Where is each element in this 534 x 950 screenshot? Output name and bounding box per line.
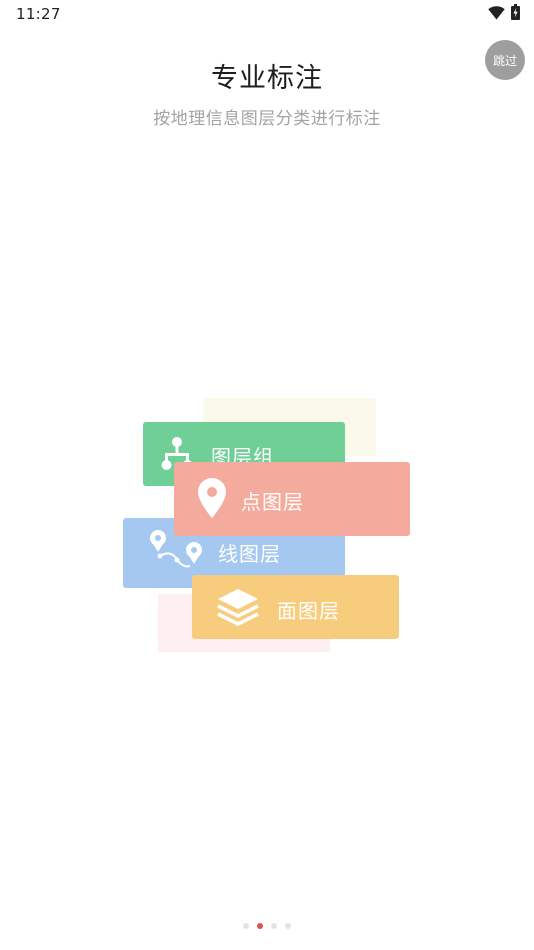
page-title: 专业标注 — [211, 63, 323, 94]
decorative-shadow-card — [203, 398, 376, 456]
wifi-icon — [488, 5, 505, 24]
layer-group-label: 图层组 — [211, 445, 274, 469]
map-pin-icon — [198, 478, 226, 523]
layers-icon — [216, 587, 260, 632]
line-layer-label: 线图层 — [218, 542, 281, 566]
point-layer-card: 点图层 — [174, 462, 410, 536]
area-layer-card: 面图层 — [192, 575, 399, 639]
status-bar: 11:27 — [0, 0, 534, 28]
line-layer-card: 线图层 — [123, 518, 345, 588]
area-layer-label: 面图层 — [277, 599, 340, 623]
page-subtitle: 按地理信息图层分类进行标注 — [153, 109, 381, 129]
battery-charging-icon — [511, 4, 520, 24]
page-dot[interactable] — [243, 923, 249, 929]
route-icon — [148, 528, 204, 581]
decorative-shadow-card — [158, 594, 330, 652]
status-icons — [488, 4, 520, 24]
page-dot[interactable] — [271, 923, 277, 929]
layer-group-card: 图层组 — [143, 422, 345, 486]
point-layer-label: 点图层 — [241, 490, 304, 514]
hierarchy-icon — [160, 436, 194, 477]
layers-illustration: 图层组 线图层 面图层 点图层 — [0, 0, 534, 950]
status-time: 11:27 — [16, 5, 61, 23]
page-dot[interactable] — [285, 923, 291, 929]
page-dot-active[interactable] — [257, 923, 263, 929]
page-indicator — [0, 923, 534, 929]
